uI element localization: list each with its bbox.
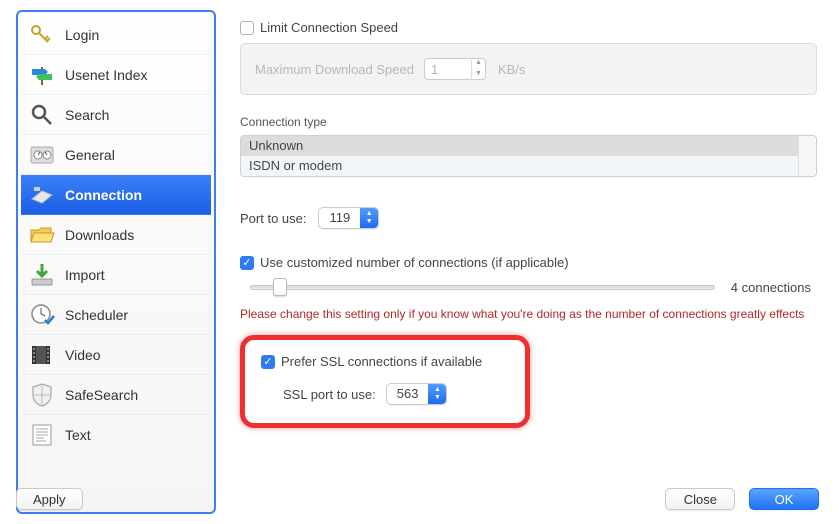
chevron-updown-icon: ▲▼ (428, 384, 446, 404)
prefer-ssl-label: Prefer SSL connections if available (281, 354, 482, 369)
list-item[interactable]: Unknown (241, 136, 798, 156)
ssl-port-value: 563 (387, 384, 429, 404)
film-strip-icon (27, 340, 57, 370)
ssl-highlight-box: ✓ Prefer SSL connections if available SS… (240, 335, 530, 428)
sidebar-item-label: SafeSearch (65, 387, 138, 403)
sidebar-item-label: General (65, 147, 115, 163)
custom-connections-checkbox[interactable]: ✓ (240, 256, 254, 270)
connections-slider[interactable] (250, 285, 715, 290)
scrollbar[interactable] (798, 136, 816, 176)
chevron-updown-icon: ▲▼ (360, 208, 378, 228)
custom-connections-label: Use customized number of connections (if… (260, 255, 569, 270)
sidebar-item-usenet-index[interactable]: Usenet Index (21, 55, 211, 95)
prefer-ssl-row: ✓ Prefer SSL connections if available (261, 354, 509, 369)
sidebar-item-label: Connection (65, 187, 142, 203)
speed-unit: KB/s (498, 62, 525, 77)
magnifier-icon (27, 100, 57, 130)
connections-warning: Please change this setting only if you k… (240, 307, 817, 321)
clock-check-icon (27, 300, 57, 330)
sidebar-item-downloads[interactable]: Downloads (21, 215, 211, 255)
max-speed-group: Maximum Download Speed ▲▼ KB/s (240, 43, 817, 95)
apply-button[interactable]: Apply (16, 488, 83, 510)
keys-icon (27, 20, 57, 50)
ok-button[interactable]: OK (749, 488, 819, 510)
limit-speed-checkbox[interactable] (240, 21, 254, 35)
preferences-sidebar: Login Usenet Index Search General Connec (16, 10, 216, 514)
sidebar-item-safesearch[interactable]: SafeSearch (21, 375, 211, 415)
sidebar-item-import[interactable]: Import (21, 255, 211, 295)
port-label: Port to use: (240, 211, 306, 226)
custom-connections-row: ✓ Use customized number of connections (… (240, 255, 817, 270)
signpost-icon (27, 60, 57, 90)
sidebar-item-scheduler[interactable]: Scheduler (21, 295, 211, 335)
max-speed-field[interactable] (425, 62, 471, 77)
ssl-port-label: SSL port to use: (283, 387, 376, 402)
sidebar-item-connection[interactable]: Connection (21, 175, 211, 215)
dialog-footer: Apply Close OK (16, 488, 819, 510)
sidebar-item-label: Login (65, 27, 99, 43)
connection-type-fieldset: Connection type Unknown ISDN or modem (240, 115, 817, 177)
sidebar-item-search[interactable]: Search (21, 95, 211, 135)
connection-type-legend: Connection type (240, 115, 817, 129)
sidebar-item-label: Search (65, 107, 109, 123)
ssl-port-select[interactable]: 563 ▲▼ (386, 383, 448, 405)
prefer-ssl-checkbox[interactable]: ✓ (261, 355, 275, 369)
folder-open-icon (27, 220, 57, 250)
sidebar-item-label: Import (65, 267, 105, 283)
list-item[interactable]: ISDN or modem (241, 156, 798, 176)
sidebar-item-text[interactable]: Text (21, 415, 211, 455)
connection-type-list[interactable]: Unknown ISDN or modem (240, 135, 817, 177)
sidebar-item-label: Downloads (65, 227, 134, 243)
settings-panel-connection: Limit Connection Speed Maximum Download … (216, 0, 839, 524)
stepper-icon[interactable]: ▲▼ (471, 58, 485, 80)
slider-thumb[interactable] (273, 278, 287, 296)
limit-speed-row: Limit Connection Speed (240, 20, 817, 35)
close-button[interactable]: Close (665, 488, 735, 510)
max-speed-input[interactable]: ▲▼ (424, 58, 486, 80)
sidebar-item-label: Video (65, 347, 101, 363)
sidebar-item-general[interactable]: General (21, 135, 211, 175)
ssl-port-row: SSL port to use: 563 ▲▼ (261, 383, 509, 405)
limit-speed-label: Limit Connection Speed (260, 20, 398, 35)
text-page-icon (27, 420, 57, 450)
sidebar-item-video[interactable]: Video (21, 335, 211, 375)
max-speed-label: Maximum Download Speed (255, 62, 414, 77)
port-select[interactable]: 119 ▲▼ (318, 207, 379, 229)
connector-icon (27, 180, 57, 210)
sidebar-item-label: Usenet Index (65, 67, 148, 83)
connections-slider-row: 4 connections (240, 280, 817, 295)
port-value: 119 (319, 208, 360, 228)
sidebar-item-label: Scheduler (65, 307, 128, 323)
port-row: Port to use: 119 ▲▼ (240, 207, 817, 229)
gauges-icon (27, 140, 57, 170)
sidebar-item-label: Text (65, 427, 91, 443)
connections-count-label: 4 connections (731, 280, 811, 295)
sidebar-item-login[interactable]: Login (21, 15, 211, 55)
shield-icon (27, 380, 57, 410)
import-arrow-icon (27, 260, 57, 290)
